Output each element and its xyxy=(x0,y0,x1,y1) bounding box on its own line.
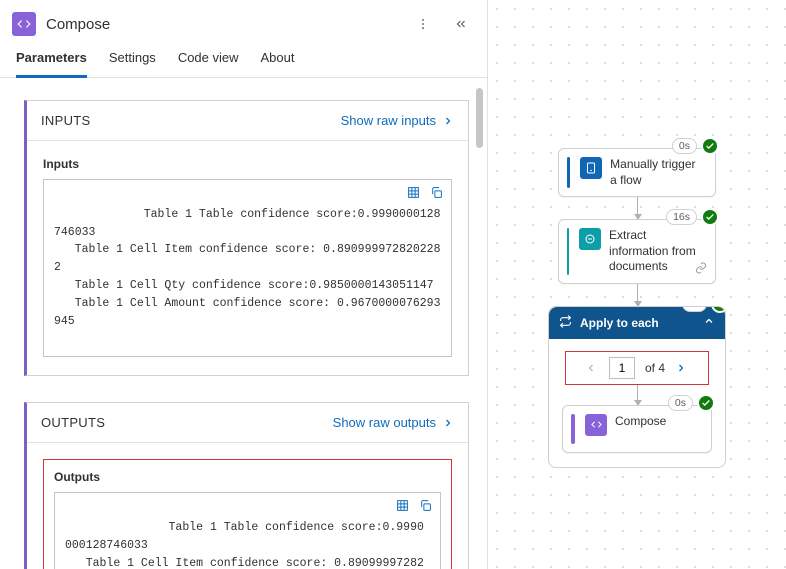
panel-header: Compose xyxy=(0,0,487,40)
compose-icon xyxy=(12,12,36,36)
tab-about[interactable]: About xyxy=(261,50,295,78)
link-icon xyxy=(695,262,707,277)
check-icon xyxy=(701,137,719,155)
node-label: Extract information from documents xyxy=(609,228,705,275)
node-compose[interactable]: 0s Compose xyxy=(562,405,712,453)
grid-icon[interactable] xyxy=(396,499,409,519)
apply-label: Apply to each xyxy=(580,316,659,330)
outputs-label: Outputs xyxy=(54,470,441,484)
node-manual-trigger[interactable]: 0s Manually trigger a flow xyxy=(558,148,716,197)
loop-icon xyxy=(559,315,572,331)
copy-icon[interactable] xyxy=(419,499,432,519)
outputs-card: OUTPUTS Show raw outputs Outputs Table 1… xyxy=(24,402,469,569)
pager-prev[interactable] xyxy=(585,362,599,374)
grid-icon[interactable] xyxy=(407,186,420,206)
node-time: 0s xyxy=(672,138,697,154)
tab-settings[interactable]: Settings xyxy=(109,50,156,78)
pager-next[interactable] xyxy=(675,362,689,374)
node-time: 16s xyxy=(666,209,697,225)
node-extract-documents[interactable]: 16s Extract information from documents xyxy=(558,219,716,284)
tab-code-view[interactable]: Code view xyxy=(178,50,239,78)
check-icon xyxy=(697,394,715,412)
outputs-title: OUTPUTS xyxy=(41,415,333,430)
show-raw-outputs-label: Show raw outputs xyxy=(333,415,436,430)
connector xyxy=(637,385,638,405)
collapse-panel-button[interactable] xyxy=(447,10,475,38)
compose-node-icon xyxy=(585,414,607,436)
node-apply-to-each[interactable]: 2s Apply to each of 4 xyxy=(548,306,726,468)
outputs-highlight: Outputs Table 1 Table confidence score:0… xyxy=(43,459,452,569)
inputs-card-header: INPUTS Show raw inputs xyxy=(27,101,468,141)
node-label: Compose xyxy=(615,414,666,430)
show-raw-outputs-link[interactable]: Show raw outputs xyxy=(333,415,454,430)
panel-title: Compose xyxy=(46,16,399,33)
node-time: 2s xyxy=(682,306,707,312)
outputs-content-box: Table 1 Table confidence score:0.9990000… xyxy=(54,492,441,569)
inputs-title: INPUTS xyxy=(41,113,341,128)
inputs-content-box: Table 1 Table confidence score:0.9990000… xyxy=(43,179,452,357)
outputs-content-text: Table 1 Table confidence score:0.9990000… xyxy=(65,521,424,569)
check-icon xyxy=(711,306,726,313)
inputs-label: Inputs xyxy=(43,157,452,171)
check-icon xyxy=(701,208,719,226)
show-raw-inputs-label: Show raw inputs xyxy=(341,113,436,128)
connector xyxy=(637,284,638,306)
flow-column: 0s Manually trigger a flow 16s Extract i… xyxy=(548,148,726,468)
chevron-up-icon[interactable] xyxy=(703,315,715,330)
pager-total: of 4 xyxy=(645,361,665,375)
panel-body: INPUTS Show raw inputs Inputs Table 1 Ta… xyxy=(0,78,487,569)
outputs-card-header: OUTPUTS Show raw outputs xyxy=(27,403,468,443)
details-panel: Compose Parameters Settings Code view Ab… xyxy=(0,0,488,569)
node-time: 0s xyxy=(668,395,693,411)
scrollbar[interactable] xyxy=(476,88,483,148)
trigger-icon xyxy=(580,157,602,179)
node-label: Manually trigger a flow xyxy=(610,157,705,188)
flow-canvas[interactable]: 0s Manually trigger a flow 16s Extract i… xyxy=(488,0,786,569)
more-button[interactable] xyxy=(409,10,437,38)
pager-input[interactable] xyxy=(609,357,635,379)
inputs-content-text: Table 1 Table confidence score:0.9990000… xyxy=(54,208,440,328)
connector xyxy=(637,197,638,219)
tab-parameters[interactable]: Parameters xyxy=(16,50,87,78)
tabs: Parameters Settings Code view About xyxy=(0,40,487,78)
iteration-pager: of 4 xyxy=(565,351,709,385)
extract-icon xyxy=(579,228,601,250)
copy-icon[interactable] xyxy=(430,186,443,206)
show-raw-inputs-link[interactable]: Show raw inputs xyxy=(341,113,454,128)
inputs-card: INPUTS Show raw inputs Inputs Table 1 Ta… xyxy=(24,100,469,376)
